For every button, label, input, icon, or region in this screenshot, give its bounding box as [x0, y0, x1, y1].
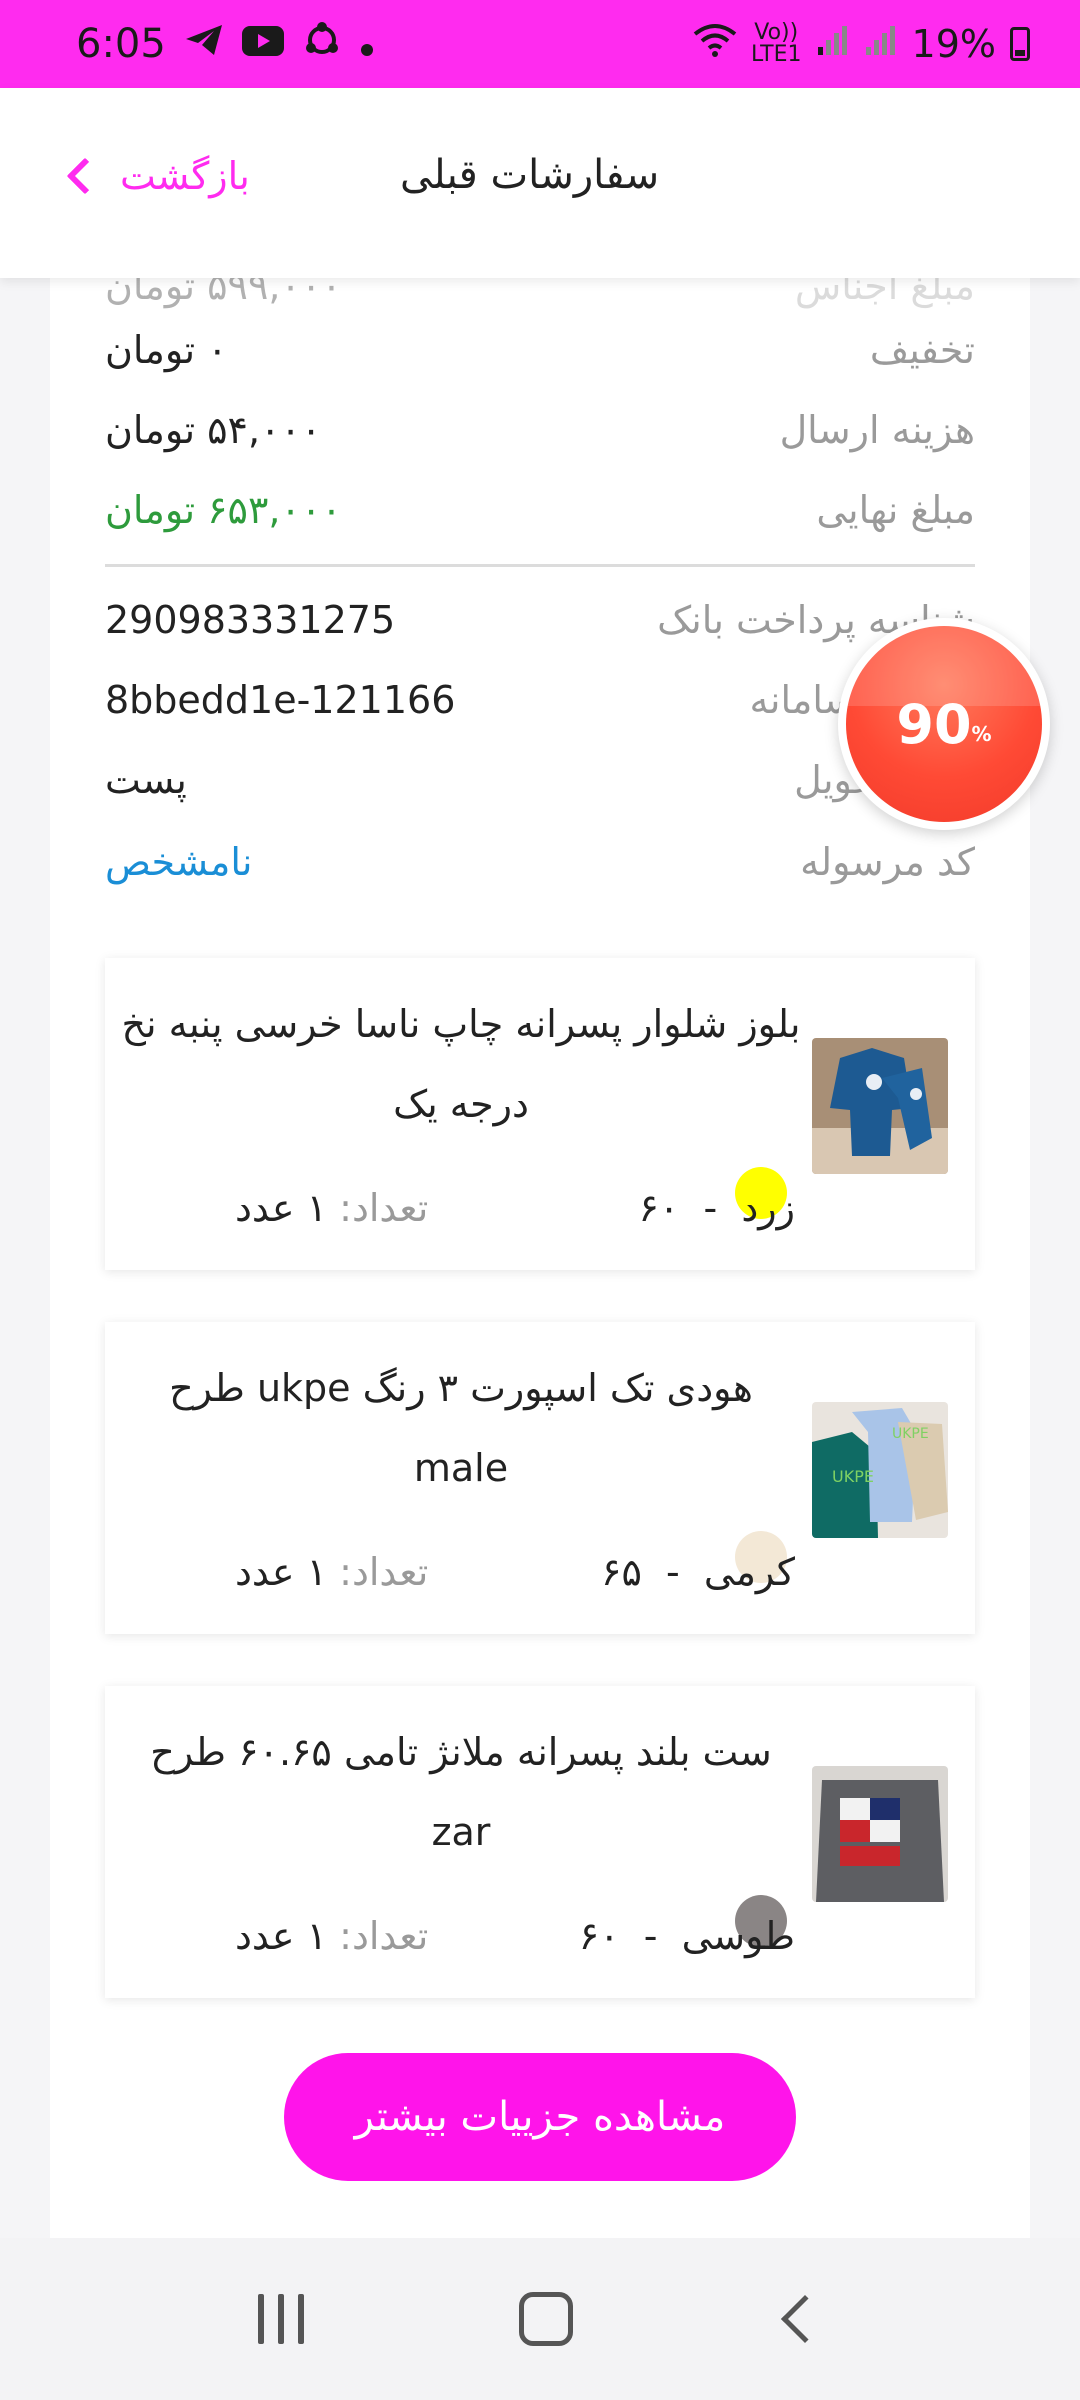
floating-progress-bubble[interactable]: 90 %: [838, 618, 1050, 830]
back-label: بازگشت: [120, 154, 250, 198]
product-quantity: تعداد: ۱ عدد: [235, 1186, 428, 1230]
lte-bottom: LTE1: [750, 42, 802, 67]
divider: [105, 564, 975, 567]
product-title: ست بلند پسرانه ملانژ تامی ۶۰.۶۵ طرح zar: [150, 1730, 772, 1854]
system-nav-bar: [0, 2238, 1080, 2400]
product-meta: زرد - ۶۰ تعداد: ۱ عدد: [235, 1178, 795, 1238]
product-image: [812, 1766, 948, 1902]
shipping-value: ۵۴,۰۰۰ تومان: [105, 408, 322, 452]
discount-label: تخفیف: [869, 328, 975, 372]
system-id-value: 8bbedd1e-121166: [105, 678, 456, 722]
chevron-left-icon: [66, 157, 104, 195]
final-amount-row: ۶۵۳,۰۰۰ تومان مبلغ نهایی: [105, 480, 975, 540]
status-right: Vo)) LTE1 19%: [693, 22, 1030, 67]
recents-icon[interactable]: [257, 2294, 304, 2344]
signal-icon-2: [864, 22, 898, 66]
status-time: 6:05: [76, 21, 166, 67]
tracking-row: نامشخص کد مرسوله: [105, 832, 975, 892]
telegram-icon: [184, 23, 224, 66]
product-meta: کرمی - ۶۵ تعداد: ۱ عدد: [235, 1542, 795, 1602]
product-card[interactable]: بلوز شلوار پسرانه چاپ ناسا خرسی پنبه نخ …: [105, 958, 975, 1270]
back-button[interactable]: بازگشت: [66, 154, 250, 198]
delivery-value: پست: [105, 758, 187, 802]
final-amount-value: ۶۵۳,۰۰۰ تومان: [105, 488, 342, 532]
product-quantity: تعداد: ۱ عدد: [235, 1914, 428, 1958]
order-details-card: ۵۹۹,۰۰۰ تومان مبلغ اجناس ۰ تومان تخفیف ۵…: [50, 264, 1030, 2238]
product-quantity: تعداد: ۱ عدد: [235, 1550, 428, 1594]
product-image: [812, 1038, 948, 1174]
product-card[interactable]: UKPE UKPE هودی تک اسپورت ۳ رنگ ukpe طرح …: [105, 1322, 975, 1634]
dot-icon: [360, 21, 374, 67]
qty-value: ۱ عدد: [235, 1550, 328, 1594]
product-variant: زرد - ۶۰: [638, 1186, 795, 1230]
color-name: زرد: [741, 1186, 795, 1230]
size-value: ۶۰: [638, 1186, 680, 1230]
wifi-icon: [693, 22, 737, 67]
shipping-label: هزینه ارسال: [779, 408, 975, 452]
battery-icon: [1010, 27, 1030, 61]
bubble-inner: 90 %: [846, 626, 1042, 822]
youtube-icon: [241, 24, 284, 65]
lte-top: Vo)): [754, 20, 799, 45]
view-more-details-button[interactable]: مشاهده جزییات بیشتر: [284, 2053, 796, 2181]
discount-row: ۰ تومان تخفیف: [105, 320, 975, 380]
discount-value: ۰ تومان: [105, 328, 228, 372]
qty-label: تعداد:: [339, 1914, 429, 1958]
bubble-value: 90: [896, 692, 972, 756]
page-title: سفارشات قبلی: [400, 152, 660, 198]
battery-percent: 19%: [911, 22, 996, 66]
bank-ref-value: 290983331275: [105, 598, 396, 642]
bubble-unit: %: [971, 722, 992, 746]
tracking-label: کد مرسوله: [800, 840, 975, 884]
signal-icon: [816, 22, 850, 66]
product-title: بلوز شلوار پسرانه چاپ ناسا خرسی پنبه نخ …: [121, 1002, 801, 1126]
color-name: طوسی: [681, 1914, 795, 1958]
sync-icon: [302, 20, 342, 69]
lte-indicator: Vo)) LTE1: [751, 22, 802, 66]
home-icon[interactable]: [518, 2292, 573, 2346]
product-variant: طوسی - ۶۰: [578, 1914, 795, 1958]
qty-value: ۱ عدد: [235, 1914, 328, 1958]
qty-label: تعداد:: [339, 1186, 429, 1230]
svg-text:UKPE: UKPE: [892, 1426, 929, 1442]
size-value: ۶۰: [578, 1914, 620, 1958]
product-card[interactable]: ست بلند پسرانه ملانژ تامی ۶۰.۶۵ طرح zar …: [105, 1686, 975, 1998]
product-variant: کرمی - ۶۵: [601, 1550, 795, 1594]
tracking-value: نامشخص: [105, 840, 253, 884]
back-nav-icon[interactable]: [781, 2294, 830, 2344]
product-image: UKPE UKPE: [812, 1402, 948, 1538]
bank-ref-row: 290983331275 شناسه پرداخت بانک: [105, 590, 975, 650]
size-value: ۶۵: [601, 1550, 642, 1594]
qty-value: ۱ عدد: [235, 1186, 328, 1230]
final-amount-label: مبلغ نهایی: [816, 488, 975, 532]
shipping-row: ۵۴,۰۰۰ تومان هزینه ارسال: [105, 400, 975, 460]
product-title: هودی تک اسپورت ۳ رنگ ukpe طرح male: [169, 1366, 753, 1490]
status-bar: 6:05 Vo)) LTE1 19%: [0, 0, 1080, 88]
product-meta: طوسی - ۶۰ تعداد: ۱ عدد: [235, 1906, 795, 1966]
color-name: کرمی: [703, 1550, 795, 1594]
svg-text:UKPE: UKPE: [832, 1467, 874, 1486]
app-header: بازگشت سفارشات قبلی: [0, 88, 1080, 278]
status-left: 6:05: [76, 20, 374, 69]
qty-label: تعداد:: [339, 1550, 429, 1594]
